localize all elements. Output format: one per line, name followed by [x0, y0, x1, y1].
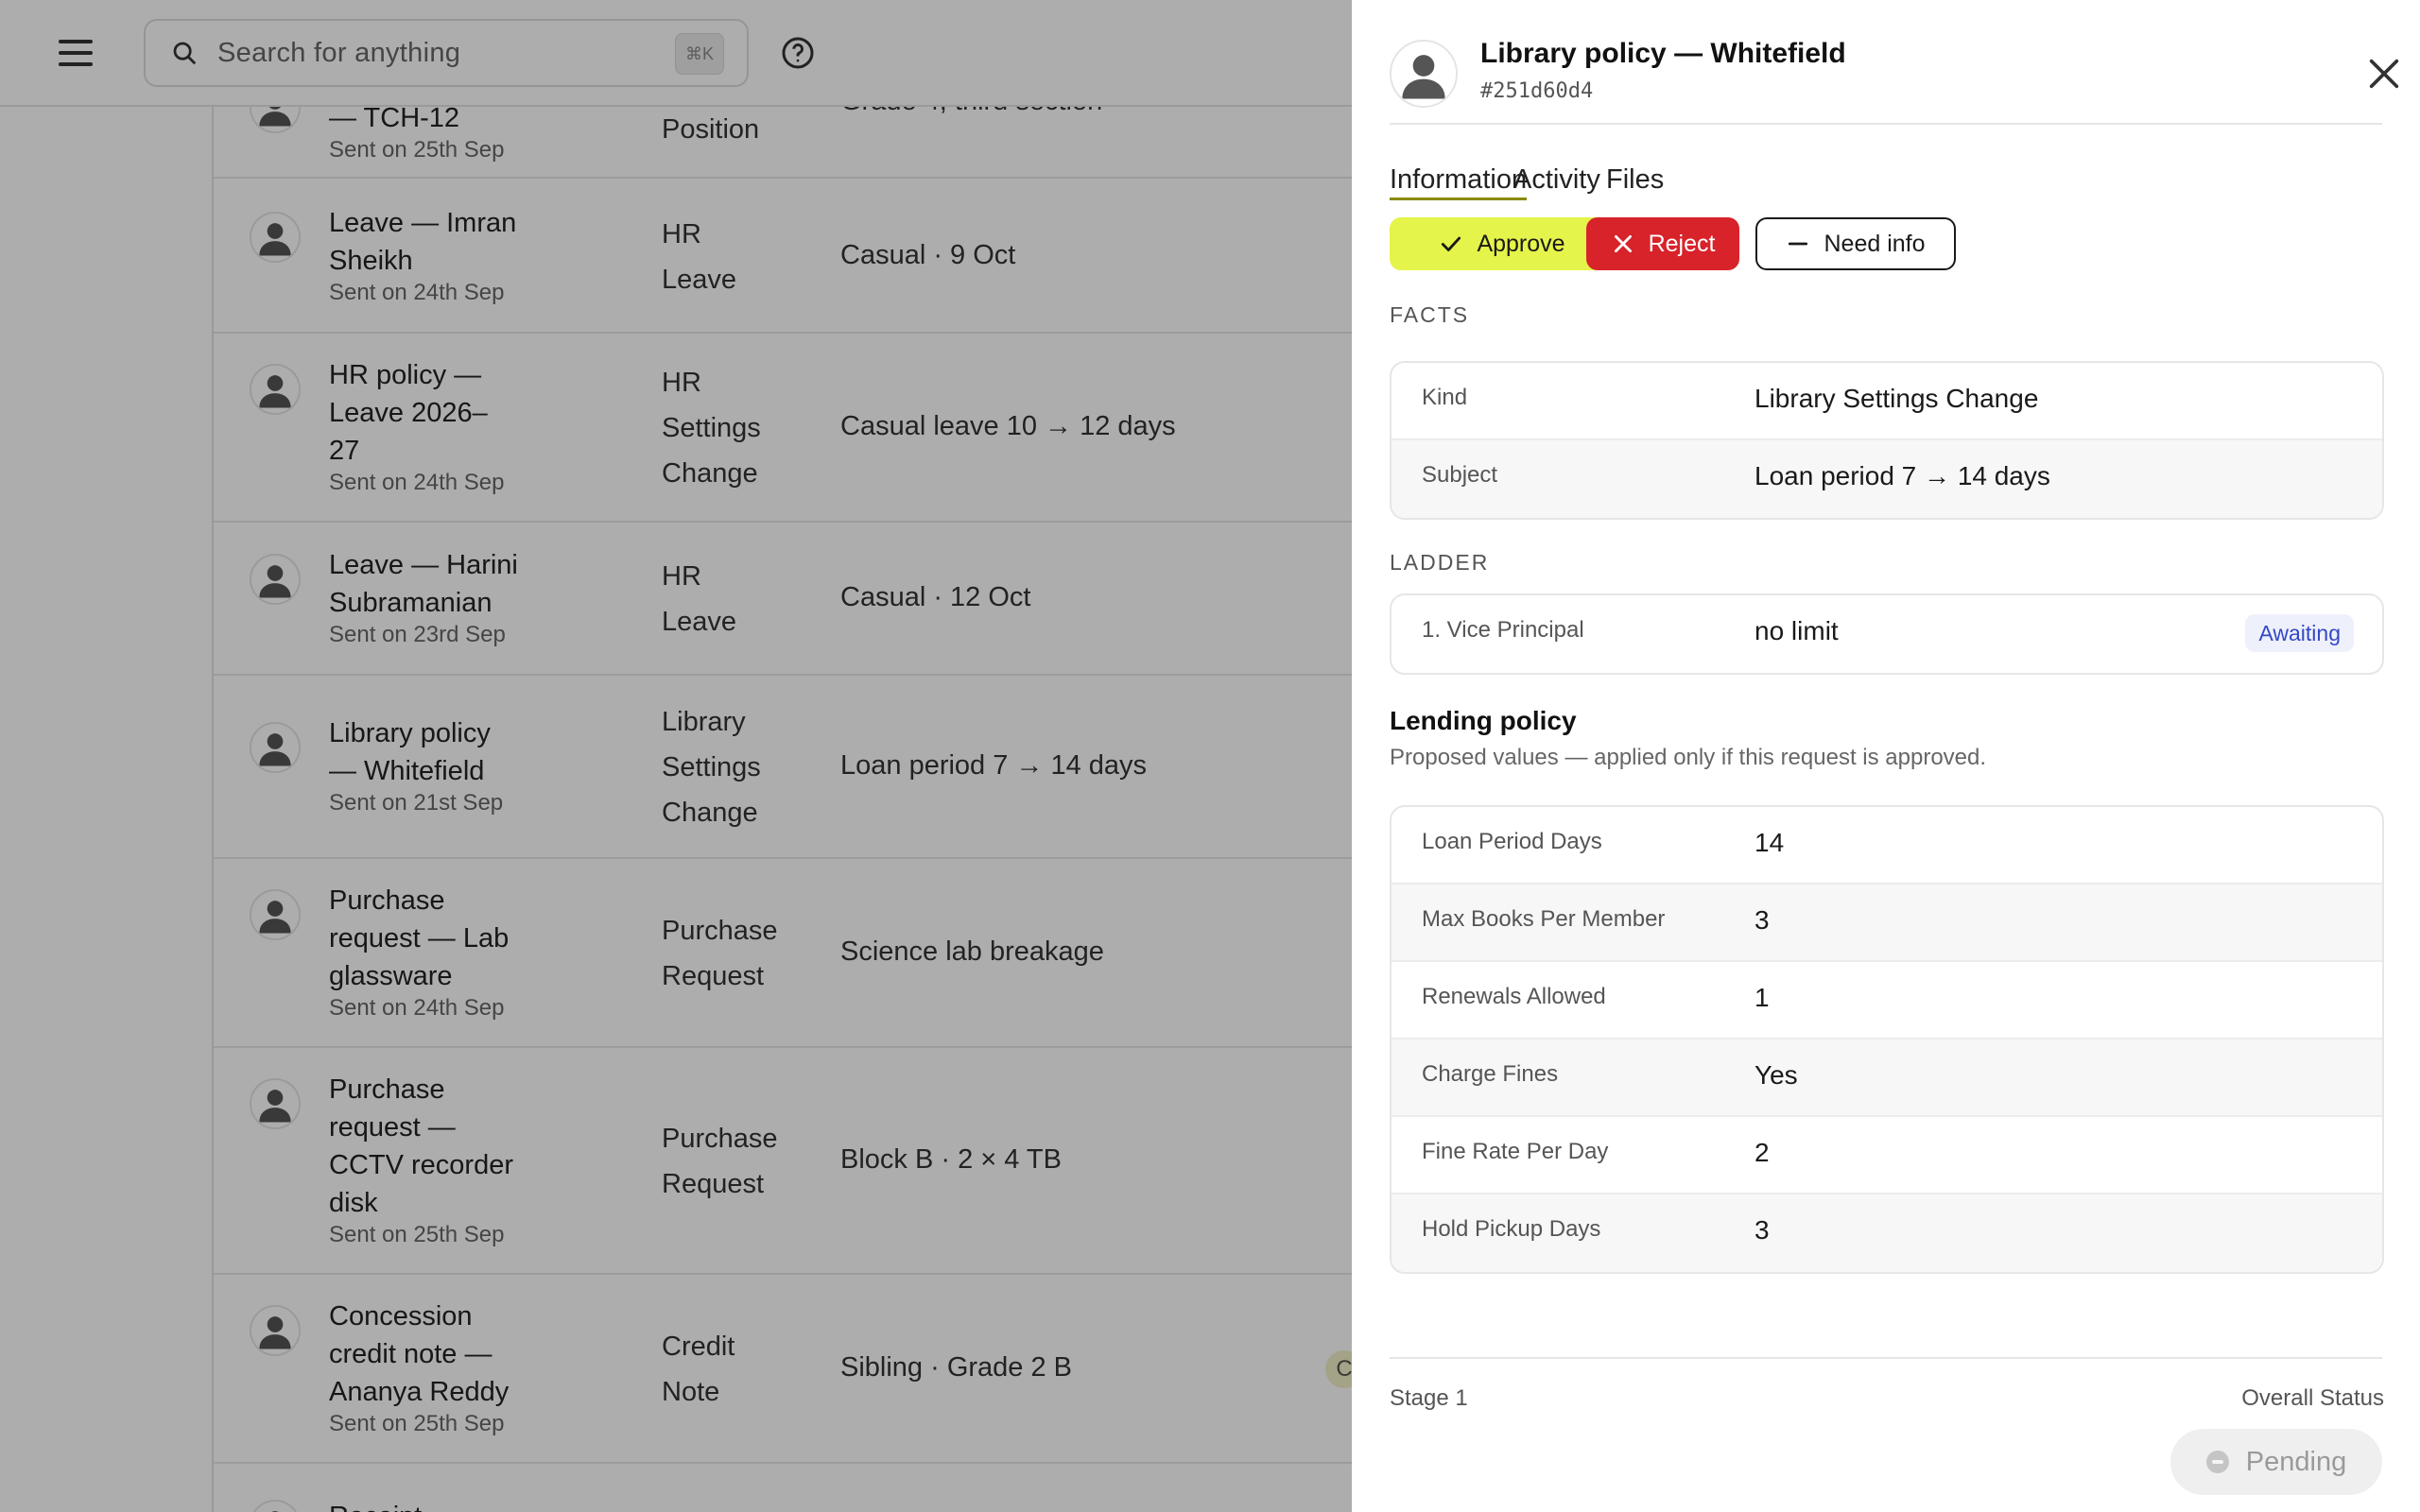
tab-information[interactable]: Information — [1390, 164, 1528, 200]
approve-label: Approve — [1477, 230, 1565, 257]
row-value: Yes — [1754, 1060, 1798, 1090]
lending-policy-table: Loan Period Days 14 Max Books Per Member 3 R… — [1390, 805, 2384, 1274]
footer-divider — [1390, 1357, 2382, 1359]
row-key: Fine Rate Per Day — [1422, 1139, 1609, 1164]
table-row: Kind Library Settings Change — [1392, 363, 2382, 440]
table-row: Max Books Per Member 3 — [1392, 885, 2382, 962]
row-value: 1 — [1754, 983, 1770, 1012]
modal-backdrop[interactable] — [0, 0, 1352, 1512]
check-icon — [1442, 236, 1461, 251]
x-icon — [1614, 235, 1632, 252]
close-icon[interactable] — [2365, 55, 2403, 93]
table-row: Renewals Allowed 1 — [1392, 962, 2382, 1040]
status-text: Pending — [2245, 1446, 2347, 1477]
row-key: 1. Vice Principal — [1422, 617, 1584, 643]
user-avatar-icon — [1390, 40, 1458, 108]
need-info-label: Need info — [1824, 230, 1926, 257]
request-detail-drawer: Library policy — Whitefield #251d60d4 In… — [1352, 0, 2420, 1512]
pending-status-icon — [2205, 1451, 2229, 1473]
drawer-header: Library policy — Whitefield #251d60d4 — [1390, 38, 2399, 125]
drawer-title: Library policy — Whitefield — [1480, 38, 1846, 69]
row-value: 14 — [1754, 828, 1785, 857]
table-row: 1. Vice Principal no limit Awaiting — [1392, 595, 2382, 673]
row-key: Charge Fines — [1422, 1061, 1559, 1087]
facts-heading: FACTS — [1390, 302, 1470, 327]
lending-policy-subtitle: Proposed values — applied only if this r… — [1390, 745, 1987, 770]
row-value: no limit — [1754, 616, 1839, 645]
stage-label: Stage 1 — [1390, 1385, 1468, 1411]
ladder-table: 1. Vice Principal no limit Awaiting — [1390, 593, 2384, 675]
row-key: Subject — [1422, 462, 1498, 488]
row-value: Loan period 7 → 14 days — [1754, 461, 2050, 490]
overall-status-label: Overall Status — [2241, 1385, 2384, 1411]
table-row: Hold Pickup Days 3 — [1392, 1194, 2382, 1272]
table-row: Fine Rate Per Day 2 — [1392, 1117, 2382, 1194]
reject-button[interactable]: Reject — [1586, 217, 1739, 270]
minus-icon — [1789, 242, 1808, 246]
row-value: 3 — [1754, 1215, 1770, 1245]
row-key: Renewals Allowed — [1422, 984, 1606, 1009]
tab-activity[interactable]: Activity — [1513, 164, 1600, 196]
row-value: 3 — [1754, 905, 1770, 935]
approve-button[interactable]: Approve — [1390, 217, 1615, 270]
row-key: Loan Period Days — [1422, 829, 1602, 854]
table-row: Loan Period Days 14 — [1392, 807, 2382, 885]
row-value: 2 — [1754, 1138, 1770, 1167]
table-row: Charge Fines Yes — [1392, 1040, 2382, 1117]
row-value: Library Settings Change — [1754, 384, 2039, 413]
request-id: #251d60d4 — [1480, 79, 1594, 103]
tab-files[interactable]: Files — [1606, 164, 1664, 196]
table-row: Subject Loan period 7 → 14 days — [1392, 440, 2382, 518]
row-key: Kind — [1422, 385, 1468, 410]
lending-policy-title: Lending policy — [1390, 706, 1577, 735]
row-key: Max Books Per Member — [1422, 906, 1666, 932]
reject-label: Reject — [1648, 230, 1716, 257]
need-info-button[interactable]: Need info — [1755, 217, 1956, 270]
status-badge: Pending — [2170, 1429, 2382, 1495]
ladder-heading: LADDER — [1390, 550, 1490, 575]
row-key: Hold Pickup Days — [1422, 1216, 1601, 1242]
status-badge: Awaiting — [2245, 614, 2354, 652]
facts-table: Kind Library Settings Change Subject Loan p… — [1390, 361, 2384, 520]
